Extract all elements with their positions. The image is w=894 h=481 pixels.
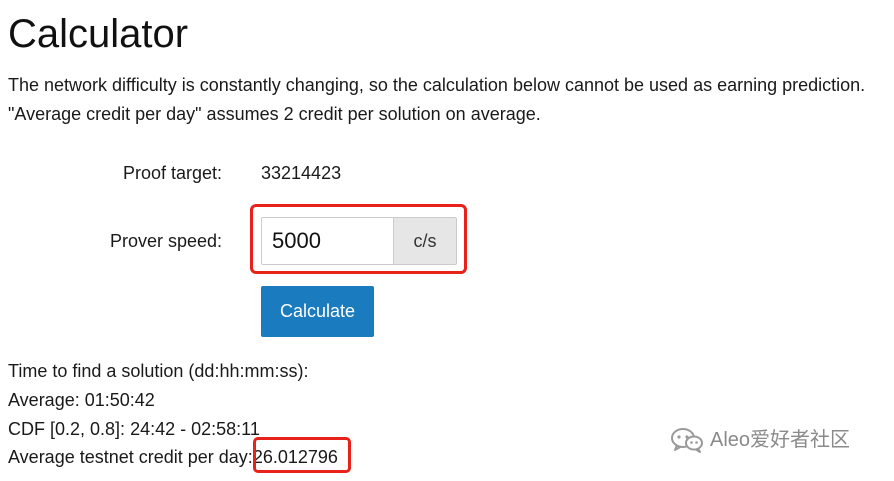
average-time-row: Average: 01:50:42 [8, 388, 155, 412]
watermark-text: Aleo爱好者社区 [710, 429, 851, 451]
average-time-label: Average: [8, 390, 80, 410]
credit-value: 26.012796 [252, 447, 338, 467]
cdf-value: 24:42 - 02:58:11 [130, 419, 260, 439]
time-heading: Time to find a solution (dd:hh:mm:ss): [8, 361, 309, 381]
cdf-row: CDF [0.2, 0.8]: 24:42 - 02:58:11 [8, 417, 260, 441]
prover-speed-unit: c/s [393, 217, 457, 265]
page-title: Calculator [8, 12, 189, 56]
description-line-1: The network difficulty is constantly cha… [8, 75, 866, 95]
cdf-label: CDF [0.2, 0.8]: [8, 419, 126, 439]
prover-speed-label: Prover speed: [109, 231, 222, 251]
prover-speed-input[interactable] [261, 217, 393, 265]
watermark: Aleo爱好者社区 [670, 426, 850, 454]
proof-target-value: 33214423 [261, 163, 342, 183]
average-time-value: 01:50:42 [84, 390, 155, 410]
credit-label: Average testnet credit per day: [8, 447, 253, 467]
calculator-page: Calculator The network difficulty is con… [0, 0, 894, 481]
description-line-2: "Average credit per day" assumes 2 credi… [8, 104, 541, 124]
prover-speed-input-group: c/s [261, 217, 457, 265]
credit-row: Average testnet credit per day:26.012796 [8, 445, 338, 469]
proof-target-label: Proof target: [122, 163, 222, 183]
calculate-button[interactable]: Calculate [261, 286, 374, 337]
wechat-icon [671, 428, 703, 453]
